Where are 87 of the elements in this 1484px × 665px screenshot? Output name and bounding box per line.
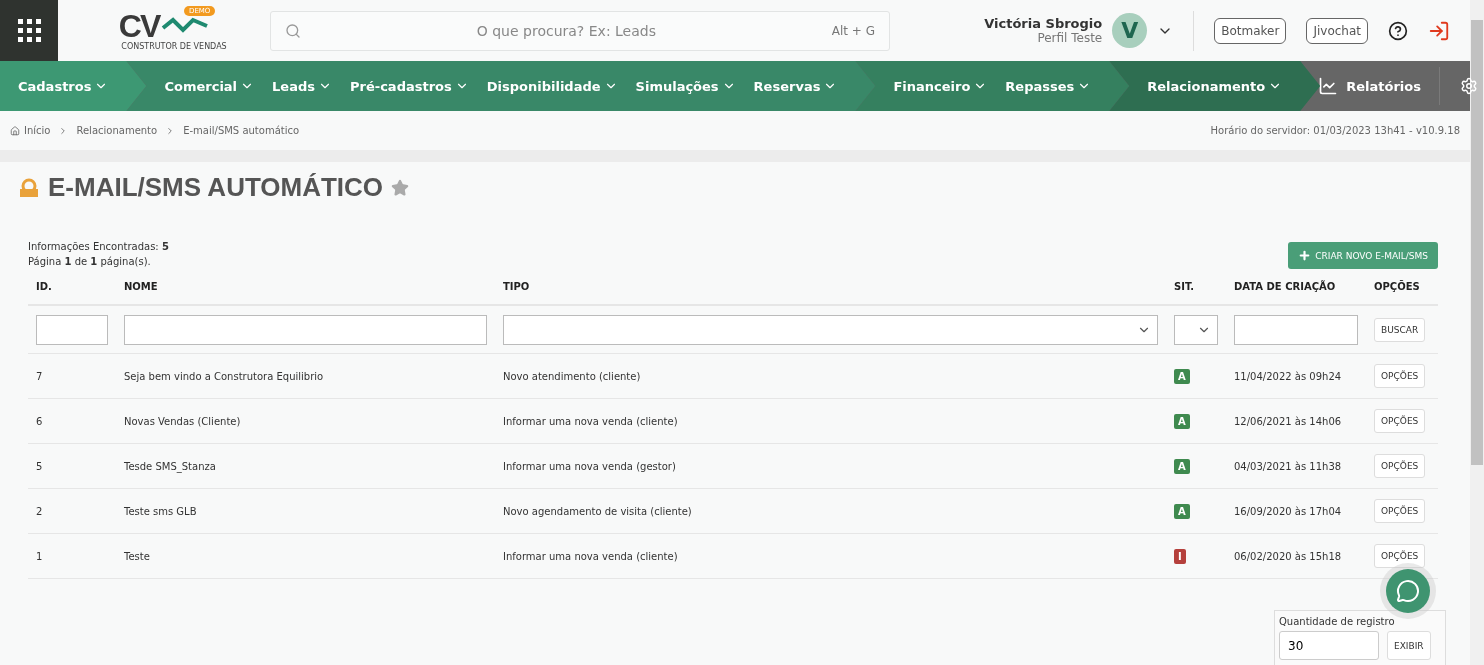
search-icon <box>285 22 301 39</box>
table-cell: 04/03/2021 às 11h38 <box>1226 444 1366 489</box>
column-header: ID. <box>28 275 116 306</box>
header-button[interactable]: Botmaker <box>1214 17 1287 44</box>
table-cell: 12/06/2021 às 14h06 <box>1226 399 1366 444</box>
breadcrumb-link[interactable]: Início <box>10 125 51 136</box>
nav-item[interactable]: Reservas <box>753 78 838 94</box>
create-button[interactable]: CRIAR NOVO E-MAIL/SMS <box>1288 242 1438 269</box>
breadcrumb-link[interactable]: Relacionamento <box>76 125 158 136</box>
page-icon <box>18 176 40 199</box>
server-time: Horário do servidor: 01/03/2023 13h41 - v10.9.18 <box>1210 125 1460 136</box>
status-badge: A <box>1174 458 1190 474</box>
table-cell: 2 <box>28 489 116 534</box>
table-cell: Seja bem vindo a Construtora Equilibrio <box>116 354 495 399</box>
chat-bubble-icon <box>1396 579 1420 603</box>
records-label: Quantidade de registro <box>1279 616 1396 627</box>
user-name: Victória Sbrogio <box>984 16 1103 31</box>
plus-icon <box>1298 249 1312 262</box>
table-cell: Novas Vendas (Cliente) <box>116 399 495 444</box>
column-header: NOME <box>116 275 495 306</box>
options-button[interactable]: OPÇÕES <box>1374 499 1426 523</box>
filter-select[interactable] <box>1174 314 1218 345</box>
search-box[interactable]: O que procura? Ex: Leads Alt + G <box>270 10 890 51</box>
table-cell: 16/09/2020 às 17h04 <box>1226 489 1366 534</box>
search-field[interactable]: O que procura? Ex: Leads <box>311 21 822 40</box>
nav-item[interactable]: Pré-cadastros <box>350 78 469 94</box>
column-header: OPÇÕES <box>1366 275 1438 306</box>
table-cell: 5 <box>28 444 116 489</box>
nav-item[interactable]: Comercial <box>164 78 255 94</box>
table-cell: Informar uma nova venda (cliente) <box>495 399 1166 444</box>
nav-item[interactable]: Leads <box>272 78 332 94</box>
nav-item[interactable]: Repasses <box>1005 78 1092 94</box>
table-cell: 11/04/2022 às 09h24 <box>1226 354 1366 399</box>
status-badge: I <box>1174 548 1186 564</box>
table-cell: Tesde SMS_Stanza <box>116 444 495 489</box>
options-button[interactable]: OPÇÕES <box>1374 454 1426 478</box>
column-header: TIPO <box>495 275 1166 306</box>
status-badge: A <box>1174 413 1190 429</box>
options-button[interactable]: OPÇÕES <box>1374 409 1426 433</box>
help-icon[interactable] <box>1388 20 1408 41</box>
column-header: DATA DE CRIAÇÃO <box>1226 275 1366 306</box>
home-icon <box>10 125 20 136</box>
status-badge: A <box>1174 503 1190 519</box>
logo-text: CV <box>118 10 160 42</box>
search-button[interactable]: BUSCAR <box>1374 317 1426 342</box>
filter-field[interactable] <box>36 314 108 345</box>
user-profile: Perfil Teste <box>1037 31 1103 45</box>
records-field[interactable]: 30 <box>1279 631 1379 660</box>
page-count: Página 1 de 1 página(s). <box>28 255 152 269</box>
filter-select[interactable] <box>503 314 1158 345</box>
nav-item[interactable]: Simulações <box>635 78 736 94</box>
settings-icon[interactable] <box>1460 77 1478 95</box>
filter-field[interactable] <box>1234 314 1358 345</box>
reports-link[interactable]: Relatórios <box>1300 67 1440 105</box>
chat-button[interactable] <box>1386 569 1430 613</box>
favorite-star-icon[interactable] <box>391 178 410 197</box>
status-badge: A <box>1174 368 1190 384</box>
scrollbar[interactable] <box>1470 0 1484 665</box>
table-cell: Teste <box>116 534 495 579</box>
results-count: Informações Encontradas: 5 <box>28 240 169 254</box>
nav-item[interactable]: Financeiro <box>893 78 988 94</box>
logout-icon[interactable] <box>1428 19 1450 42</box>
table-cell: Teste sms GLB <box>116 489 495 534</box>
table-cell: 7 <box>28 354 116 399</box>
table-cell: 06/02/2020 às 15h18 <box>1226 534 1366 579</box>
table-cell: Novo agendamento de visita (cliente) <box>495 489 1166 534</box>
user-avatar[interactable]: V <box>1112 13 1148 48</box>
options-button[interactable]: OPÇÕES <box>1374 364 1426 388</box>
page-title: E-MAIL/SMS AUTOMÁTICO <box>48 172 384 203</box>
column-header: SIT. <box>1166 275 1226 306</box>
apps-menu-button[interactable] <box>0 0 58 61</box>
header-button[interactable]: Jivochat <box>1306 17 1368 44</box>
nav-item[interactable]: Disponibilidade <box>486 78 618 94</box>
table-cell: Novo atendimento (cliente) <box>495 354 1166 399</box>
table-cell: 1 <box>28 534 116 579</box>
filter-field[interactable] <box>124 314 487 345</box>
logo-caption: CONSTRUTOR DE VENDAS <box>121 42 227 51</box>
line-chart-icon <box>1318 76 1339 96</box>
table-cell: 6 <box>28 399 116 444</box>
nav-item[interactable]: Cadastros <box>18 78 109 94</box>
table-cell: Informar uma nova venda (gestor) <box>495 444 1166 489</box>
nav-item[interactable]: Relacionamento <box>1147 78 1283 94</box>
breadcrumb-link[interactable]: E-mail/SMS automático <box>183 125 300 136</box>
options-button[interactable]: OPÇÕES <box>1374 544 1426 568</box>
show-button[interactable]: EXIBIR <box>1387 631 1431 660</box>
table-cell: Informar uma nova venda (cliente) <box>495 534 1166 579</box>
shortcut-hint: Alt + G <box>831 23 875 38</box>
